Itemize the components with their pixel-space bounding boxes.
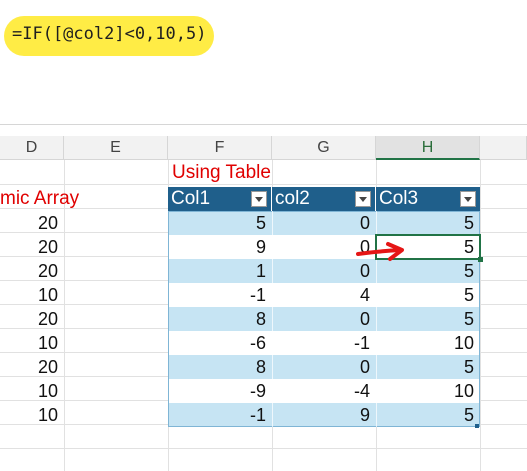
filter-dropdown-icon[interactable] [355, 191, 371, 207]
cell-col3[interactable]: 10 [376, 379, 480, 403]
cell-d[interactable]: 10 [0, 331, 64, 355]
cell-col1[interactable]: 5 [168, 211, 272, 235]
column-header-e[interactable]: E [64, 136, 168, 160]
table-header-col2[interactable]: col2 [272, 187, 376, 211]
cell-d[interactable]: 10 [0, 403, 64, 427]
cell-d[interactable]: 20 [0, 355, 64, 379]
formula-bar-area: =IF([@col2]<0,10,5) [0, 0, 527, 125]
cell-col2[interactable]: -4 [272, 379, 376, 403]
table-header-col3[interactable]: Col3 [376, 187, 480, 211]
cell-d[interactable]: 20 [0, 259, 64, 283]
cell-col3[interactable]: 5 [376, 283, 480, 307]
cell-col2[interactable]: 0 [272, 355, 376, 379]
cell-col1[interactable]: 1 [168, 259, 272, 283]
filter-dropdown-icon[interactable] [460, 191, 476, 207]
cell-col1[interactable]: -1 [168, 283, 272, 307]
using-table-title: Using Table [172, 162, 271, 183]
gridline [0, 448, 527, 449]
table-header-col1[interactable]: Col1 [168, 187, 272, 211]
gridline [0, 184, 527, 185]
table-header-label: Col1 [171, 188, 211, 209]
table-resize-handle[interactable] [475, 424, 479, 428]
cell-col1[interactable]: 8 [168, 355, 272, 379]
cell-col2[interactable]: 0 [272, 211, 376, 235]
cell-col1[interactable]: -1 [168, 403, 272, 427]
cell-col3[interactable]: 5 [376, 307, 480, 331]
cell-d[interactable]: 20 [0, 307, 64, 331]
column-header-d[interactable]: D [0, 136, 64, 160]
cell-col1[interactable]: -6 [168, 331, 272, 355]
column-header-i[interactable] [480, 136, 527, 160]
dynamic-array-title: mic Array [0, 188, 80, 209]
cell-col2[interactable]: 9 [272, 403, 376, 427]
worksheet-grid[interactable]: D E F G H Using Table mic Array Col1 col… [0, 136, 527, 471]
cell-col1[interactable]: 9 [168, 235, 272, 259]
cell-col3[interactable]: 5 [376, 403, 480, 427]
table-header-label: col2 [275, 188, 310, 209]
table-header-label: Col3 [379, 188, 419, 209]
cell-col3[interactable]: 5 [376, 211, 480, 235]
filter-dropdown-icon[interactable] [251, 191, 267, 207]
column-header-f[interactable]: F [168, 136, 272, 160]
cell-d[interactable]: 20 [0, 235, 64, 259]
cell-d[interactable]: 10 [0, 379, 64, 403]
cell-col3[interactable]: 5 [376, 355, 480, 379]
cell-col2[interactable]: -1 [272, 331, 376, 355]
cell-col1[interactable]: 8 [168, 307, 272, 331]
column-header-h[interactable]: H [376, 136, 480, 160]
formula-text[interactable]: =IF([@col2]<0,10,5) [12, 24, 206, 44]
cell-d[interactable]: 20 [0, 211, 64, 235]
cell-col2[interactable]: 0 [272, 307, 376, 331]
cell-col3[interactable]: 10 [376, 331, 480, 355]
cell-d[interactable]: 10 [0, 283, 64, 307]
cell-col1[interactable]: -9 [168, 379, 272, 403]
column-header-g[interactable]: G [272, 136, 376, 160]
red-arrow-annotation [356, 242, 404, 261]
fill-handle[interactable] [478, 257, 483, 262]
cell-col2[interactable]: 4 [272, 283, 376, 307]
